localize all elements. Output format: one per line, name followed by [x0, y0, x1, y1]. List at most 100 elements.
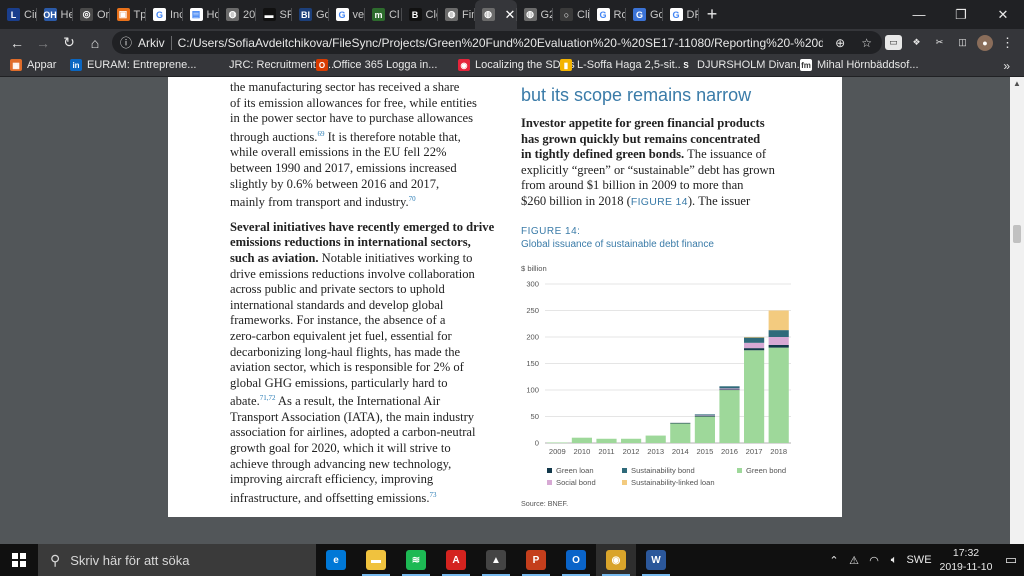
browser-tab[interactable]: ◍ Fin: [438, 0, 475, 29]
profile-avatar[interactable]: ●: [977, 34, 993, 51]
reload-icon[interactable]: ↻: [56, 34, 82, 51]
extension-1-icon[interactable]: ▭: [885, 35, 902, 50]
text-line: of its emission allowances for free, whi…: [230, 95, 477, 110]
legend-label: Sustainability bond: [631, 466, 695, 475]
browser-tab[interactable]: BCle: [402, 0, 438, 29]
browser-tab[interactable]: ○ Cli: [553, 0, 590, 29]
taskbar-app[interactable]: ▬: [356, 544, 396, 576]
scroll-up-icon[interactable]: ▲: [1010, 77, 1024, 91]
bookmark-star-icon[interactable]: ☆: [861, 36, 872, 50]
info-icon[interactable]: ⓘ: [120, 34, 132, 51]
y-tick-label: 0: [535, 439, 539, 448]
volume-icon[interactable]: 🔈︎: [884, 554, 904, 567]
bar-segment: [744, 337, 765, 343]
browser-tab[interactable]: G Inc: [146, 0, 183, 29]
browser-tab[interactable]: L Cir: [0, 0, 37, 29]
close-tab-icon[interactable]: ✕: [505, 7, 516, 23]
vertical-scrollbar[interactable]: ▲: [1010, 77, 1024, 544]
photos-icon: ▲: [486, 550, 506, 570]
scrollbar-thumb[interactable]: [1013, 225, 1021, 243]
taskbar-app[interactable]: A: [436, 544, 476, 576]
browser-tab[interactable]: OH He: [37, 0, 73, 29]
legend-label: Social bond: [556, 478, 596, 487]
bookmark-label: Appar: [27, 59, 57, 71]
browser-tab[interactable]: ◍ ✕: [474, 0, 517, 29]
browser-tab[interactable]: G Ro: [590, 0, 626, 29]
forward-icon[interactable]: →: [30, 35, 56, 51]
bookmark-item[interactable]: ◉ Localizing the SDGs: [458, 59, 575, 71]
footnote-ref[interactable]: 71,72: [260, 394, 276, 402]
text-line: frameworks. For instance, the absence of…: [230, 313, 446, 328]
left-column: the manufacturing sector has received a …: [230, 80, 500, 515]
extension-4-icon[interactable]: ◫: [954, 35, 971, 50]
taskbar-app[interactable]: P: [516, 544, 556, 576]
address-bar[interactable]: ⓘ Arkiv C:/Users/SofiaAvdeitchikova/File…: [112, 31, 882, 54]
powerpoint-icon: P: [526, 550, 546, 570]
bookmarks-overflow-icon[interactable]: »: [1003, 59, 1010, 73]
browser-tab[interactable]: ◍ G2: [517, 0, 553, 29]
tab-title: Go: [316, 8, 329, 21]
bookmark-item[interactable]: S DJURSHOLM Divan...: [680, 59, 806, 71]
taskbar-app[interactable]: ◉: [596, 544, 636, 576]
clock[interactable]: 17:32 2019-11-10: [934, 546, 998, 574]
show-hidden-icons-icon[interactable]: ⌃: [824, 554, 844, 567]
wifi-icon[interactable]: ◠: [864, 554, 884, 567]
y-unit-label: $ billion: [521, 264, 547, 273]
restore-icon[interactable]: ❐: [940, 0, 982, 29]
browser-tab[interactable]: ▤ Ho: [183, 0, 219, 29]
back-icon[interactable]: ←: [4, 35, 30, 51]
tab-title: 20: [243, 8, 256, 21]
bookmark-item[interactable]: ▮ L-Soffa Haga 2,5-sit...: [560, 59, 684, 71]
close-window-icon[interactable]: ✕: [982, 0, 1024, 29]
dropbox-icon[interactable]: ❖: [908, 35, 925, 50]
bookmark-item[interactable]: O Office 365 Logga in...: [316, 59, 437, 71]
browser-tab[interactable]: ▬ SP: [256, 0, 292, 29]
browser-tab[interactable]: G DF: [663, 0, 699, 29]
bookmark-item[interactable]: ▦ Appar: [10, 59, 56, 71]
start-button[interactable]: [0, 544, 38, 576]
browser-tab[interactable]: ◎ Or: [73, 0, 110, 29]
legend-item: Sustainability bond: [622, 466, 695, 475]
globe-icon: ◍: [523, 8, 537, 21]
bar-segment: [571, 437, 592, 443]
taskbar-app[interactable]: e: [316, 544, 356, 576]
browser-tab[interactable]: G Go: [626, 0, 663, 29]
notifications-icon[interactable]: ▭: [998, 552, 1024, 568]
bookmark-item[interactable]: fm Mihal Hörnbäddsof...: [800, 59, 919, 71]
taskbar-search[interactable]: ⚲ Skriv här för att söka: [38, 544, 316, 576]
browser-tab[interactable]: m Cl: [365, 0, 402, 29]
menu-icon[interactable]: ⋮: [999, 35, 1016, 50]
taskbar-app[interactable]: ≋: [396, 544, 436, 576]
extension-3-icon[interactable]: ✂: [931, 35, 948, 50]
browser-toolbar: ← → ↻ ⌂ ⓘ Arkiv C:/Users/SofiaAvdeitchik…: [0, 29, 1024, 56]
ohi-icon: OH: [43, 8, 57, 21]
minimize-icon[interactable]: —: [898, 0, 940, 29]
browser-tab[interactable]: ◍ 20: [219, 0, 256, 29]
bar-segment: [719, 386, 740, 389]
figure-reference-link[interactable]: FIGURE 14: [631, 196, 688, 208]
globe-icon: ◍: [226, 8, 239, 21]
language-indicator[interactable]: SWE: [904, 554, 934, 566]
text-line: drive emissions reductions involve colla…: [230, 266, 475, 281]
zoom-icon[interactable]: ⊕: [835, 36, 845, 50]
footnote-ref[interactable]: 70: [409, 195, 416, 203]
new-tab-icon[interactable]: +: [699, 4, 725, 25]
text-line: Investor appetite for green financial pr…: [521, 116, 765, 130]
browser-tab[interactable]: ▣ Tp: [110, 0, 146, 29]
taskbar-app[interactable]: O: [556, 544, 596, 576]
browser-tab[interactable]: Gver: [329, 0, 365, 29]
taskbar-app[interactable]: ▲: [476, 544, 516, 576]
text-line: improving aircraft efficiency, improving: [230, 472, 434, 487]
browser-tab[interactable]: BI Go: [292, 0, 329, 29]
taskbar-app[interactable]: W: [636, 544, 676, 576]
network-icon[interactable]: ⚠: [844, 554, 864, 567]
footnote-ref[interactable]: 73: [429, 491, 436, 499]
bookmark-item[interactable]: in EURAM: Entreprene...: [70, 59, 196, 71]
address-url[interactable]: C:/Users/SofiaAvdeitchikova/FileSync/Pro…: [178, 36, 824, 50]
fm-icon: fm: [800, 59, 812, 71]
figure-label: FIGURE 14:: [521, 225, 581, 237]
legend-swatch: [547, 480, 552, 485]
tab-title: Go: [650, 8, 663, 21]
bookmark-label: Office 365 Logga in...: [333, 59, 438, 71]
home-icon[interactable]: ⌂: [82, 35, 108, 51]
